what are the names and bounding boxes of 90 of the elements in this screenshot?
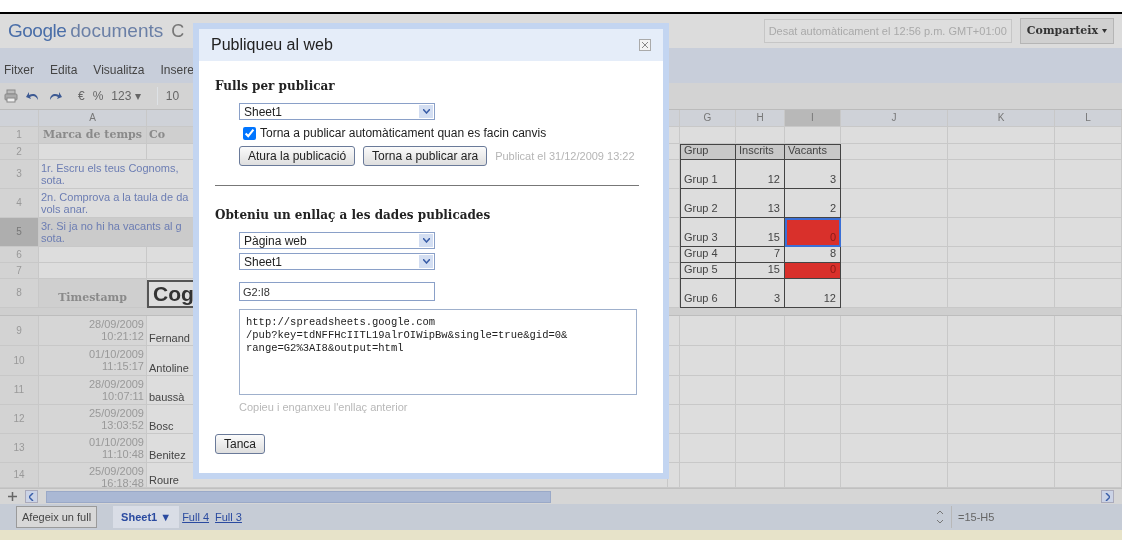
range-input[interactable]: G2:I8 (239, 282, 435, 301)
menu-item[interactable]: Edita (50, 61, 78, 79)
row-number[interactable]: 11 (0, 376, 39, 405)
formula-text: =15-H5 (958, 509, 995, 525)
table-cell: 12 (785, 279, 841, 308)
table-header: Grup (680, 144, 736, 160)
sheet-tab[interactable]: Full 4 (179, 505, 213, 529)
row-number[interactable]: 8 (0, 279, 39, 308)
document-title[interactable]: C (171, 17, 185, 45)
table-cell: 7 (736, 247, 785, 263)
republish-button[interactable]: Torna a publicar ara (363, 146, 488, 166)
row-number[interactable]: 10 (0, 346, 39, 376)
table-cell: Grup 5 (680, 263, 736, 279)
checkbox[interactable] (243, 126, 256, 140)
table-cell: Grup 4 (680, 247, 736, 263)
table-cell: Grup 2 (680, 189, 736, 218)
logo-text: documents (70, 18, 164, 43)
table-cell: Timestamp (39, 279, 147, 308)
table-cell[interactable]: 0 (785, 218, 841, 247)
table-cell: Benitez (149, 449, 186, 461)
table-cell: 13 (736, 189, 785, 218)
dropdown[interactable]: Sheet1 (239, 253, 435, 270)
table-header: Inscrits (736, 144, 785, 160)
font-size-button[interactable]: 10 (156, 87, 180, 105)
close-button[interactable]: Tanca (215, 433, 266, 454)
caret-icon (1102, 29, 1107, 33)
caret-icon (422, 109, 430, 114)
currency-button[interactable]: € (78, 87, 85, 105)
row-number[interactable]: 12 (0, 405, 39, 434)
section-heading: Fulls per publicar (215, 78, 336, 95)
column-header[interactable]: A (39, 110, 147, 127)
table-cell: Fernand (149, 332, 190, 344)
row-number[interactable]: 14 (0, 463, 39, 488)
table-cell: 28/09/2009 10:21:12 (39, 316, 147, 346)
sheet-tab[interactable]: Full 3 (212, 505, 245, 529)
column-header[interactable]: I (785, 110, 841, 127)
logo-text: Google (8, 18, 67, 43)
redo-icon[interactable] (48, 90, 62, 102)
dropdown[interactable]: Pàgina web (239, 232, 435, 249)
row-number[interactable]: 4 (0, 189, 39, 218)
close-icon[interactable] (639, 39, 651, 51)
table-cell: Roure (149, 474, 179, 486)
undo-icon[interactable] (26, 90, 40, 102)
scroll-left-button[interactable] (25, 490, 38, 503)
checkbox-label: Torna a publicar automàticament quan es facin canvis (260, 125, 547, 142)
table-cell: 25/09/2009 13:03:52 (39, 405, 147, 434)
caret-icon (422, 259, 430, 264)
table-cell: 01/10/2009 11:15:17 (39, 346, 147, 376)
table-cell: 0 (785, 263, 841, 279)
table-cell: Grup 3 (680, 218, 736, 247)
table-header: Vacants (785, 144, 841, 160)
table-cell: 28/09/2009 10:07:11 (39, 376, 147, 405)
table-cell: Grup 6 (680, 279, 736, 308)
add-icon[interactable] (8, 492, 17, 501)
sheet-tab[interactable]: Sheet1 ▼ (113, 505, 180, 529)
stop-publishing-button[interactable]: Atura la publicació (239, 146, 356, 166)
menu-item[interactable]: Insere (160, 61, 194, 79)
table-cell: 01/10/2009 11:10:48 (39, 434, 147, 463)
caret-icon (422, 238, 430, 243)
column-header[interactable]: K (948, 110, 1055, 127)
print-icon[interactable] (4, 89, 18, 103)
column-header[interactable]: H (736, 110, 785, 127)
table-cell: 25/09/2009 16:18:48 (39, 463, 147, 488)
number-format-button[interactable]: 123 ▾ (111, 87, 141, 105)
table-cell: 3 (785, 160, 841, 189)
dropdown[interactable]: Sheet1 (239, 103, 435, 120)
scrollbar-thumb[interactable] (46, 490, 551, 503)
table-cell: Marca de temps (39, 127, 147, 144)
table-cell: Antoline (149, 362, 189, 374)
table-cell: 12 (736, 160, 785, 189)
chevron-left-icon (29, 492, 34, 501)
chevron-right-icon (1105, 492, 1110, 501)
scroll-right-button[interactable] (1101, 490, 1114, 503)
dialog-title: Publiqueu al web (211, 35, 333, 55)
table-cell: baussà (149, 391, 185, 403)
column-header[interactable]: J (841, 110, 948, 127)
percent-button[interactable]: % (92, 87, 104, 105)
column-header[interactable]: L (1055, 110, 1122, 127)
up-down-arrows-icon[interactable] (937, 511, 943, 523)
table-cell: Bosc (149, 420, 174, 432)
table-cell: Grup 1 (680, 160, 736, 189)
add-sheet-button[interactable]: Afegeix un full (16, 505, 98, 529)
link-textarea[interactable]: http://spreadsheets.google.com /pub?key=tdNFFHcIITL19alrOIWipBw&single=true&gid=0& range=G2%3AI8&output=html (239, 309, 637, 395)
row-number[interactable]: 3 (0, 160, 39, 189)
column-header[interactable]: G (680, 110, 736, 127)
row-number[interactable]: 13 (0, 434, 39, 463)
table-cell: 3 (736, 279, 785, 308)
menu-item[interactable]: Fitxer (4, 61, 34, 79)
share-button[interactable]: Comparteix (1019, 17, 1114, 45)
menu-item[interactable]: Visualitza (93, 61, 145, 79)
